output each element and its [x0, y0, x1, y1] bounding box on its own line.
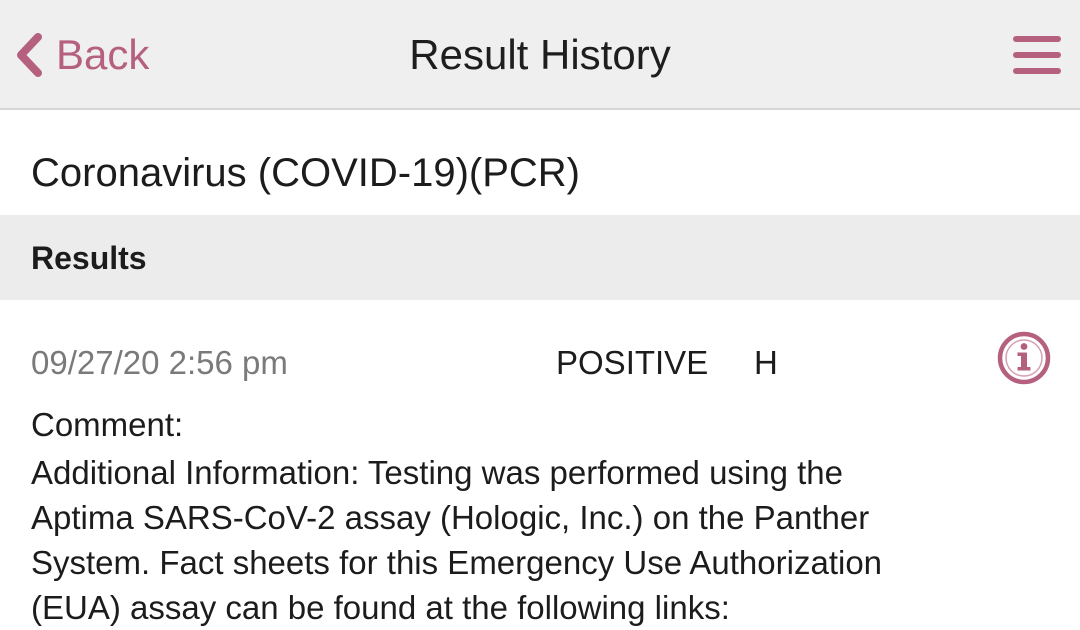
- results-section-label: Results: [31, 240, 147, 276]
- result-datetime: 09/27/20 2:56 pm: [31, 344, 288, 381]
- hamburger-menu-icon[interactable]: [1012, 34, 1062, 76]
- result-flag: H: [754, 344, 778, 381]
- test-name: Coronavirus (COVID-19)(PCR): [31, 151, 580, 195]
- result-value: POSITIVE: [556, 344, 709, 381]
- info-icon[interactable]: [996, 330, 1052, 386]
- top-navigation-bar: Back Result History: [0, 0, 1080, 110]
- chevron-left-icon: [12, 32, 46, 78]
- comment-label: Comment:: [31, 406, 184, 443]
- back-label: Back: [56, 31, 150, 78]
- results-section-header: [0, 215, 1080, 300]
- comment-line: Aptima SARS-CoV-2 assay (Hologic, Inc.) …: [31, 499, 870, 536]
- back-button[interactable]: Back: [12, 28, 149, 82]
- comment-text: Additional Information: Testing was perf…: [31, 450, 931, 630]
- page-title: Result History: [409, 31, 671, 78]
- comment-line: Additional Information: Testing was perf…: [31, 454, 844, 491]
- comment-line: System. Fact sheets for this Emergency U…: [31, 544, 883, 581]
